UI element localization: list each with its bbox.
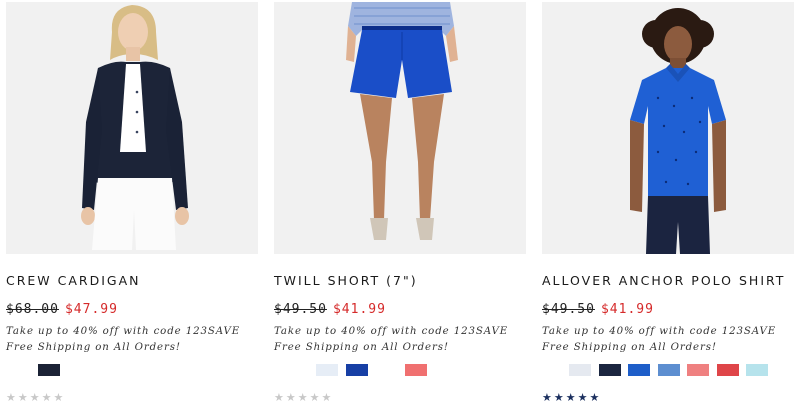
product-image[interactable] [274,2,526,254]
star-icon: ★ [285,391,298,404]
star-icon: ★ [53,391,66,404]
promo-text: Take up to 40% off with code 123SAVE Fre… [6,324,240,356]
color-swatch[interactable] [687,364,709,376]
free-shipping-line: Free Shipping on All Orders! [274,342,449,353]
star-icon: ★ [6,391,18,404]
star-icon: ★ [297,391,310,404]
star-icon: ★ [577,391,590,404]
free-shipping-line: Free Shipping on All Orders! [6,342,181,353]
product-card[interactable]: TWILL SHORT (7") $49.50 $41.99 Take up to… [274,0,532,417]
product-image[interactable] [6,2,258,254]
color-swatch[interactable] [598,364,621,376]
color-swatch[interactable] [628,364,650,376]
product-name[interactable]: CREW CARDIGAN [6,273,141,288]
star-icon: ★ [41,391,54,404]
color-swatches [6,364,264,376]
free-shipping-line: Free Shipping on All Orders! [542,342,717,353]
color-swatch[interactable] [345,364,368,376]
product-card[interactable]: CREW CARDIGAN $68.00 $47.99 Take up to 40… [6,0,264,417]
color-swatch[interactable] [569,364,591,376]
sale-price: $47.99 [64,302,118,317]
star-icon: ★ [309,391,322,404]
sale-price: $41.99 [332,302,386,317]
color-swatch[interactable] [716,364,739,376]
promo-code-line: Take up to 40% off with code 123SAVE [542,326,777,337]
star-icon: ★ [321,391,334,404]
promo-code-line: Take up to 40% off with code 123SAVE [274,326,509,337]
promo-code-line: Take up to 40% off with code 123SAVE [6,326,241,337]
color-swatch[interactable] [746,364,768,376]
product-price: $49.50 $41.99 [274,302,386,317]
promo-text: Take up to 40% off with code 123SAVE Fre… [274,324,508,356]
star-icon: ★ [29,391,42,404]
star-icon: ★ [542,391,554,404]
color-swatch[interactable] [375,364,397,376]
product-price: $68.00 $47.99 [6,302,118,317]
product-card[interactable]: ALLOVER ANCHOR POLO SHIRT $49.50 $41.99 T… [542,0,800,417]
rating-stars: ★★★★★ [542,391,601,404]
original-price: $49.50 [274,302,327,317]
product-name[interactable]: TWILL SHORT (7") [274,273,418,288]
model-in-twill-shorts-image [274,2,526,254]
product-price: $49.50 $41.99 [542,302,654,317]
product-grid: CREW CARDIGAN $68.00 $47.99 Take up to 40… [0,0,808,417]
color-swatch[interactable] [657,364,680,376]
star-icon: ★ [565,391,578,404]
promo-text: Take up to 40% off with code 123SAVE Fre… [542,324,776,356]
star-icon: ★ [553,391,566,404]
star-icon: ★ [589,391,602,404]
color-swatch[interactable] [404,364,427,376]
color-swatch[interactable] [38,364,60,376]
product-image[interactable] [542,2,794,254]
star-icon: ★ [17,391,30,404]
product-name[interactable]: ALLOVER ANCHOR POLO SHIRT [542,273,785,288]
color-swatch[interactable] [316,364,338,376]
color-swatches [274,364,532,376]
model-in-cardigan-image [6,2,258,254]
original-price: $49.50 [542,302,595,317]
star-icon: ★ [274,391,286,404]
model-in-polo-shirt-image [542,2,794,254]
rating-stars: ★★★★★ [274,391,333,404]
rating-stars: ★★★★★ [6,391,65,404]
color-swatches [542,364,800,376]
sale-price: $41.99 [600,302,654,317]
original-price: $68.00 [6,302,59,317]
